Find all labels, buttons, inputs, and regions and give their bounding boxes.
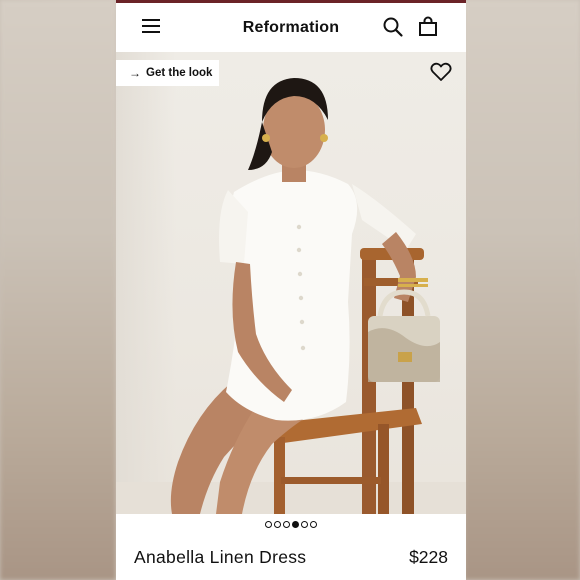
product-image[interactable]: → Get the look <box>116 52 466 514</box>
model-photo-illustration <box>116 78 466 514</box>
product-name[interactable]: Anabella Linen Dress <box>134 547 306 568</box>
product-info: Anabella Linen Dress $228 <box>116 534 466 580</box>
carousel-dot[interactable] <box>274 520 281 528</box>
carousel-indicator <box>116 514 466 534</box>
carousel-dot[interactable] <box>310 520 317 528</box>
heart-icon[interactable] <box>430 62 452 82</box>
brand-logo[interactable]: Reformation <box>243 19 339 37</box>
search-icon[interactable] <box>382 16 404 38</box>
carousel-dot[interactable] <box>265 520 272 528</box>
product-price: $228 <box>409 546 448 567</box>
carousel-dot[interactable] <box>283 520 290 528</box>
blurred-background-left <box>0 0 116 580</box>
shopping-bag-icon[interactable] <box>417 16 439 38</box>
get-the-look-button[interactable]: → Get the look <box>116 60 219 86</box>
get-the-look-label: Get the look <box>146 67 213 79</box>
blurred-background-right <box>464 0 580 580</box>
hamburger-menu-icon[interactable] <box>142 18 160 34</box>
arrow-right-icon: → <box>129 66 141 80</box>
carousel-dot[interactable] <box>301 520 308 528</box>
carousel-dot-active[interactable] <box>292 520 299 528</box>
app-screen: Reformation → Get the look Anabella Line… <box>116 0 466 580</box>
app-header: Reformation <box>116 3 466 52</box>
